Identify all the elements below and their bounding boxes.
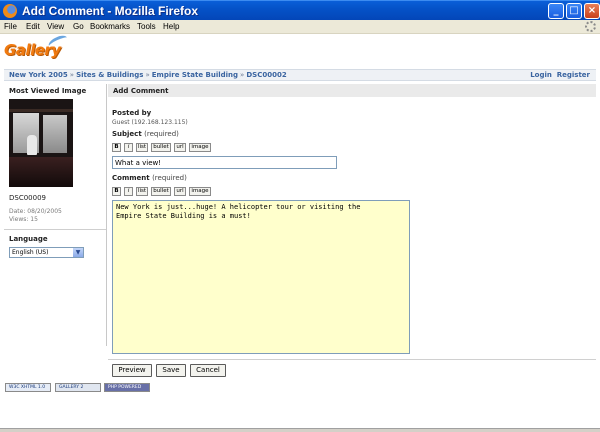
- most-viewed-heading: Most Viewed Image: [9, 87, 87, 95]
- comment-label: Comment: [112, 174, 150, 182]
- window-title: Add Comment - Mozilla Firefox: [22, 4, 199, 18]
- thumbnail-window-frame: [9, 109, 73, 112]
- thumbnail-person: [27, 135, 37, 155]
- gallery-logo[interactable]: Gallery: [4, 33, 70, 65]
- page-title: Add Comment: [108, 84, 596, 97]
- subject-label-row: Subject (required): [112, 130, 179, 138]
- breadcrumb-bar: New York 2005» Sites & Buildings» Empire S…: [4, 69, 596, 81]
- gallery-badge[interactable]: GALLERY 2: [55, 383, 101, 392]
- php-powered-badge[interactable]: PHP POWERED: [104, 383, 150, 392]
- comment-url-button[interactable]: url: [174, 187, 186, 196]
- posted-by-value: Guest (192.168.123.115): [112, 119, 188, 126]
- breadcrumb-album[interactable]: New York 2005: [9, 71, 68, 79]
- preview-button[interactable]: Preview: [112, 364, 152, 377]
- login-link[interactable]: Login: [530, 71, 552, 79]
- language-selected: English (US): [12, 249, 49, 256]
- menu-view[interactable]: View: [47, 22, 64, 31]
- comment-list-button[interactable]: list: [136, 187, 148, 196]
- subject-bold-button[interactable]: B: [112, 143, 121, 152]
- comment-required: (required): [152, 174, 187, 182]
- language-heading: Language: [9, 235, 48, 243]
- menu-bookmarks[interactable]: Bookmarks: [90, 22, 130, 31]
- breadcrumb-separator: »: [69, 71, 75, 79]
- comment-bold-button[interactable]: B: [112, 187, 121, 196]
- chevron-down-icon[interactable]: ▼: [73, 248, 83, 257]
- sidebar: Most Viewed Image DSC00009 Date: 08/20/2…: [4, 84, 107, 346]
- menu-edit[interactable]: Edit: [26, 22, 40, 31]
- firefox-icon: [3, 4, 17, 18]
- subject-list-button[interactable]: list: [136, 143, 148, 152]
- breadcrumb-subalbum[interactable]: Sites & Buildings: [76, 71, 143, 79]
- breadcrumb: New York 2005» Sites & Buildings» Empire S…: [9, 71, 287, 79]
- subject-url-button[interactable]: url: [174, 143, 186, 152]
- save-button[interactable]: Save: [156, 364, 186, 377]
- comment-bullet-button[interactable]: bullet: [151, 187, 171, 196]
- image-views: Views: 15: [9, 216, 38, 223]
- image-name[interactable]: DSC00009: [9, 194, 46, 202]
- menu-help[interactable]: Help: [163, 22, 179, 31]
- comment-textarea[interactable]: New York is just...huge! A helicopter to…: [112, 200, 410, 354]
- minimize-button[interactable]: _: [548, 3, 564, 19]
- breadcrumb-separator: »: [145, 71, 150, 79]
- breadcrumb-subalbum-2[interactable]: Empire State Building: [152, 71, 238, 79]
- subject-image-button[interactable]: image: [189, 143, 211, 152]
- most-viewed-thumbnail[interactable]: [9, 99, 73, 187]
- subject-label: Subject: [112, 130, 142, 138]
- image-meta: Date: 08/20/2005 Views: 15: [9, 208, 62, 224]
- menu-tools[interactable]: Tools: [137, 22, 156, 31]
- subject-italic-button[interactable]: i: [124, 143, 133, 152]
- register-link[interactable]: Register: [557, 71, 590, 79]
- subject-required: (required): [144, 130, 179, 138]
- posted-by-label: Posted by: [112, 109, 152, 117]
- maximize-button[interactable]: □: [566, 3, 582, 19]
- thumbnail-floor: [9, 157, 73, 187]
- menu-file[interactable]: File: [4, 22, 17, 31]
- auth-links: Login Register: [530, 71, 590, 79]
- thumbnail-window-right: [43, 115, 67, 153]
- menu-bar: File Edit View Go Bookmarks Tools Help: [0, 20, 600, 34]
- image-date: Date: 08/20/2005: [9, 208, 62, 215]
- cancel-button[interactable]: Cancel: [190, 364, 226, 377]
- window-titlebar: Add Comment - Mozilla Firefox _ □ ×: [0, 0, 600, 20]
- comment-label-row: Comment (required): [112, 174, 187, 182]
- language-select[interactable]: English (US) ▼: [9, 247, 84, 258]
- add-comment-panel: Add Comment Posted by Guest (192.168.123…: [108, 84, 596, 380]
- status-bar: [0, 428, 600, 432]
- sidebar-divider: [4, 229, 106, 230]
- throbber-icon: [585, 21, 596, 32]
- subject-bullet-button[interactable]: bullet: [151, 143, 171, 152]
- w3c-xhtml-badge[interactable]: W3C XHTML 1.0: [5, 383, 51, 392]
- breadcrumb-current[interactable]: DSC00002: [246, 71, 286, 79]
- comment-image-button[interactable]: image: [189, 187, 211, 196]
- comment-italic-button[interactable]: i: [124, 187, 133, 196]
- subject-input[interactable]: What a view!: [112, 156, 337, 169]
- menu-go[interactable]: Go: [73, 22, 84, 31]
- form-divider: [108, 359, 596, 360]
- close-button[interactable]: ×: [584, 3, 600, 19]
